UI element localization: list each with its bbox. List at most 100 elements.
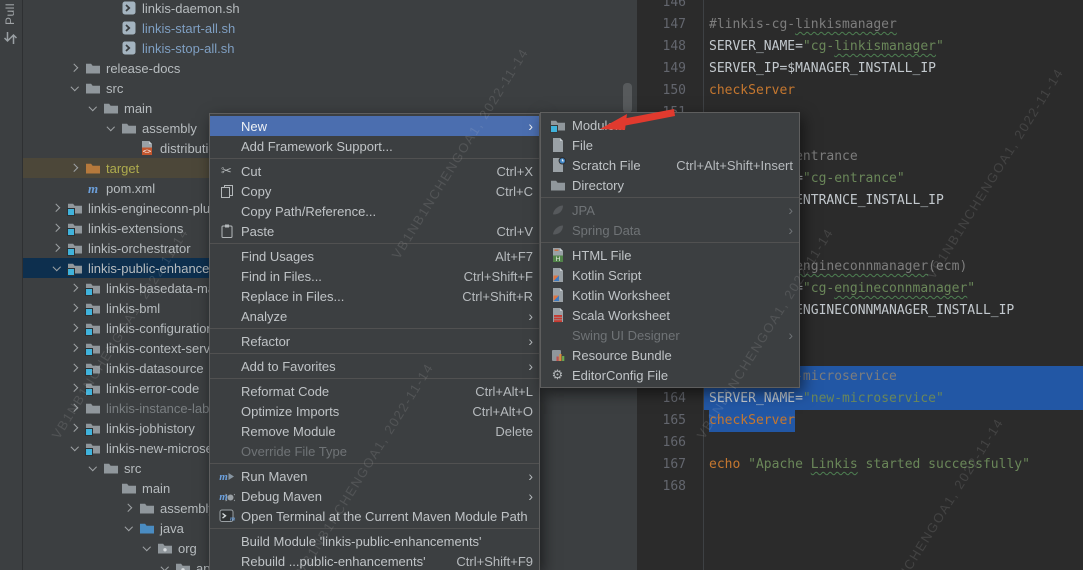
menu-item-copy-path-reference[interactable]: Copy Path/Reference... <box>210 201 539 221</box>
html-icon: H <box>549 247 566 263</box>
menu-item-remove-module[interactable]: Remove ModuleDelete <box>210 421 539 441</box>
tree-item-label: linkis-orchestrator <box>88 241 191 256</box>
pull-toolwindow-button[interactable]: Pull <box>3 3 17 25</box>
menu-item-paste[interactable]: PasteCtrl+V <box>210 221 539 241</box>
chevron-closed-icon[interactable] <box>66 58 84 78</box>
menu-item-find-usages[interactable]: Find UsagesAlt+F7 <box>210 246 539 266</box>
menu-item-rebuild-public-enhancements[interactable]: Rebuild ...public-enhancements'Ctrl+Shif… <box>210 551 539 570</box>
chevron-closed-icon[interactable] <box>66 158 84 178</box>
code-token: " <box>936 39 944 54</box>
chevron-open-icon[interactable] <box>102 118 120 138</box>
chevron-open-icon[interactable] <box>84 98 102 118</box>
chevron-closed-icon[interactable] <box>66 318 84 338</box>
menu-separator <box>210 378 539 379</box>
svg-text:<>: <> <box>142 148 150 156</box>
menu-separator <box>541 197 799 198</box>
chevron-closed-icon[interactable] <box>48 238 66 258</box>
chevron-closed-icon[interactable] <box>48 198 66 218</box>
code-token: started successfully" <box>858 457 1030 472</box>
tree-item-src[interactable]: src <box>22 78 637 98</box>
chevron-closed-icon[interactable] <box>66 418 84 438</box>
submenu-item-scala-worksheet[interactable]: Scala Worksheet <box>541 305 799 325</box>
code-line-148[interactable]: SERVER_NAME="cg-linkismanager" <box>704 36 1083 58</box>
chevron-open-icon[interactable] <box>156 558 174 570</box>
chevron-closed-icon[interactable] <box>120 498 138 518</box>
submenu-item-kotlin-script[interactable]: Kotlin Script <box>541 265 799 285</box>
line-number: 147 <box>637 14 703 36</box>
menu-item-label: Module... <box>572 118 625 133</box>
tree-item-linkis-start-all-sh[interactable]: linkis-start-all.sh <box>22 18 637 38</box>
module-icon <box>66 200 83 216</box>
menu-item-open-terminal-at-the-current-maven-module-[interactable]: mOpen Terminal at the Current Maven Modu… <box>210 506 539 526</box>
line-number: 165 <box>637 410 703 432</box>
vcs-update-icon[interactable] <box>4 31 17 50</box>
menu-item-debug-maven[interactable]: mDebug Maven› <box>210 486 539 506</box>
menu-item-find-in-files[interactable]: Find in Files...Ctrl+Shift+F <box>210 266 539 286</box>
menu-item-analyze[interactable]: Analyze› <box>210 306 539 326</box>
menu-item-add-framework-support[interactable]: Add Framework Support... <box>210 136 539 156</box>
submenu-item-module[interactable]: Module... <box>541 115 799 135</box>
chevron-closed-icon[interactable] <box>48 218 66 238</box>
code-line-147[interactable]: #linkis-cg-linkismanager <box>704 14 1083 36</box>
chevron-open-icon[interactable] <box>120 518 138 538</box>
menu-item-new[interactable]: New› <box>210 116 539 136</box>
module-icon <box>84 300 101 316</box>
chevron-closed-icon[interactable] <box>66 378 84 398</box>
submenu-item-kotlin-worksheet[interactable]: Kotlin Worksheet <box>541 285 799 305</box>
chevron-open-icon[interactable] <box>84 458 102 478</box>
menu-item-label: Find in Files... <box>241 269 322 284</box>
menu-item-label: Kotlin Script <box>572 268 641 283</box>
code-line-165[interactable]: checkServer <box>704 410 1083 432</box>
tree-scrollbar-thumb[interactable] <box>623 83 632 113</box>
menu-item-copy[interactable]: CopyCtrl+C <box>210 181 539 201</box>
menu-item-label: Directory <box>572 178 624 193</box>
menu-item-label: Scratch File <box>572 158 641 173</box>
kotlin-icon <box>549 287 566 303</box>
chevron-closed-icon[interactable] <box>66 338 84 358</box>
code-line-146[interactable] <box>704 0 1083 14</box>
menu-item-run-maven[interactable]: mRun Maven› <box>210 466 539 486</box>
tree-item-release-docs[interactable]: release-docs <box>22 58 637 78</box>
tree-item-linkis-stop-all-sh[interactable]: linkis-stop-all.sh <box>22 38 637 58</box>
submenu-item-resource-bundle[interactable]: Resource Bundle <box>541 345 799 365</box>
chevron-closed-icon[interactable] <box>66 398 84 418</box>
tree-item-linkis-daemon-sh[interactable]: linkis-daemon.sh <box>22 0 637 18</box>
code-token: "cg-entrance" <box>803 171 905 186</box>
chevron-closed-icon[interactable] <box>66 358 84 378</box>
menu-item-label: Remove Module <box>241 424 336 439</box>
chevron-closed-icon[interactable] <box>66 278 84 298</box>
code-line-150[interactable]: checkServer <box>704 80 1083 102</box>
menu-item-cut[interactable]: ✂CutCtrl+X <box>210 161 539 181</box>
tree-item-label: org <box>178 541 197 556</box>
module-icon <box>84 380 101 396</box>
menu-item-replace-in-files[interactable]: Replace in Files...Ctrl+Shift+R <box>210 286 539 306</box>
menu-item-reformat-code[interactable]: Reformat CodeCtrl+Alt+L <box>210 381 539 401</box>
tree-item-label: target <box>106 161 139 176</box>
code-line-167[interactable]: echo "Apache Linkis started successfully… <box>704 454 1083 476</box>
code-line-166[interactable] <box>704 432 1083 454</box>
menu-item-optimize-imports[interactable]: Optimize ImportsCtrl+Alt+O <box>210 401 539 421</box>
shell-icon <box>120 40 137 56</box>
source-folder-icon <box>138 520 155 536</box>
tree-item-label: linkis-datasource <box>106 361 204 376</box>
menu-item-add-to-favorites[interactable]: Add to Favorites› <box>210 356 539 376</box>
code-token: $ENGINECONNMANAGER_INSTALL_IP <box>787 303 1014 318</box>
menu-item-build-module-linkis-public-enhancements[interactable]: Build Module 'linkis-public-enhancements… <box>210 531 539 551</box>
code-line-168[interactable] <box>704 476 1083 498</box>
chevron-open-icon[interactable] <box>138 538 156 558</box>
code-line-164[interactable]: SERVER_NAME="new-microservice" <box>704 388 1083 410</box>
menu-item-refactor[interactable]: Refactor› <box>210 331 539 351</box>
submenu-item-directory[interactable]: Directory <box>541 175 799 195</box>
submenu-item-html-file[interactable]: HHTML File <box>541 245 799 265</box>
submenu-item-editorconfig-file[interactable]: ⚙EditorConfig File <box>541 365 799 385</box>
spring-icon <box>549 222 566 238</box>
chevron-closed-icon[interactable] <box>66 298 84 318</box>
submenu-item-file[interactable]: File <box>541 135 799 155</box>
chevron-open-icon[interactable] <box>66 438 84 458</box>
code-line-149[interactable]: SERVER_IP=$MANAGER_INSTALL_IP <box>704 58 1083 80</box>
chevron-open-icon[interactable] <box>48 258 66 278</box>
chevron-none <box>120 138 138 158</box>
submenu-item-scratch-file[interactable]: Scratch FileCtrl+Alt+Shift+Insert <box>541 155 799 175</box>
code-token: echo <box>709 457 748 472</box>
chevron-open-icon[interactable] <box>66 78 84 98</box>
